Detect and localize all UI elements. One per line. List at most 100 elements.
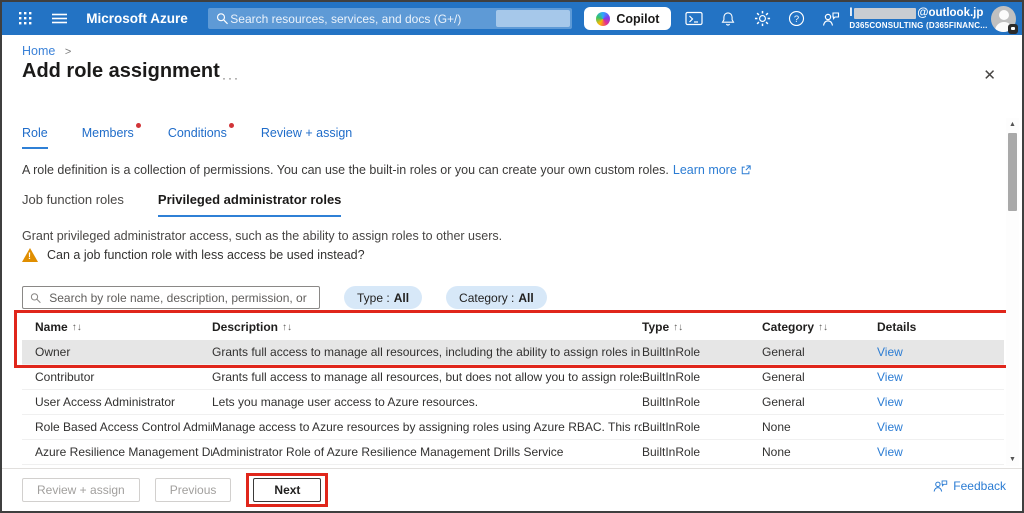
role-type: BuiltInRole: [642, 395, 701, 409]
role-definition-description: A role definition is a collection of per…: [22, 163, 751, 177]
account-info[interactable]: I @outlook.jp D365CONSULTING (D365FINANC…: [849, 7, 987, 30]
subtab-privileged-administrator-roles[interactable]: Privileged administrator roles: [157, 192, 342, 217]
help-button[interactable]: ?: [783, 6, 809, 32]
role-search-input[interactable]: [47, 289, 312, 306]
tab-conditions[interactable]: Conditions: [167, 123, 234, 149]
more-options-icon[interactable]: ···: [222, 71, 240, 85]
notification-dot: [228, 123, 234, 128]
feedback-topbar-button[interactable]: [817, 6, 843, 32]
warning-text: Can a job function role with less access…: [47, 248, 365, 262]
feedback-label: Feedback: [953, 479, 1006, 493]
role-category: General: [762, 395, 805, 409]
tab-review-assign-label: Review + assign: [260, 126, 353, 140]
scroll-up-icon[interactable]: ▲: [1009, 121, 1016, 128]
copilot-button[interactable]: Copilot: [584, 7, 672, 30]
view-details-link[interactable]: View: [877, 395, 1004, 409]
person-feedback-icon: [822, 11, 839, 26]
category-filter-value: All: [518, 290, 534, 305]
notifications-button[interactable]: [715, 6, 741, 32]
role-description: Manage access to Azure resources by assi…: [212, 420, 642, 434]
role-type: BuiltInRole: [642, 445, 701, 459]
account-email-user: I: [849, 6, 853, 19]
role-type: BuiltInRole: [642, 345, 701, 359]
table-row-owner[interactable]: Owner Grants full access to manage all r…: [22, 340, 1004, 365]
role-category: General: [762, 345, 805, 359]
table-header-row: Name ↑↓ Description ↑↓ Type ↑↓ Category …: [22, 314, 1004, 340]
scroll-down-icon[interactable]: ▼: [1009, 456, 1016, 463]
sort-icon: ↑↓: [673, 321, 684, 333]
role-type: BuiltInRole: [642, 420, 701, 434]
role-description: Grants full access to manage all resourc…: [212, 370, 642, 384]
person-feedback-icon: [933, 480, 948, 492]
view-details-link[interactable]: View: [877, 420, 1004, 434]
intro-text: A role definition is a collection of per…: [22, 163, 669, 177]
global-search-box[interactable]: [207, 8, 573, 29]
cloud-shell-button[interactable]: [681, 6, 707, 32]
category-filter-pill[interactable]: Category : All: [446, 286, 547, 309]
sort-icon: ↑↓: [71, 321, 82, 333]
sort-icon: ↑↓: [282, 321, 293, 333]
role-name: Owner: [35, 345, 71, 359]
wizard-tabs: Role Members Conditions Review + assign: [22, 123, 352, 149]
tab-members[interactable]: Members: [81, 123, 141, 149]
tab-review-assign[interactable]: Review + assign: [261, 126, 352, 149]
role-description: Administrator Role of Azure Resilience M…: [212, 445, 564, 459]
type-filter-value: All: [393, 290, 410, 305]
role-name: Azure Resilience Management Drill...: [35, 445, 212, 459]
role-category: None: [762, 420, 791, 434]
warning-triangle-icon: [22, 248, 38, 262]
tab-role-label: Role: [22, 126, 48, 140]
role-description: Lets you manage user access to Azure res…: [212, 395, 479, 409]
view-details-link[interactable]: View: [877, 445, 1004, 459]
settings-button[interactable]: [749, 6, 775, 32]
table-row-azure-resilience[interactable]: Azure Resilience Management Drill... Adm…: [22, 440, 1004, 465]
roles-table: Name ↑↓ Description ↑↓ Type ↑↓ Category …: [22, 314, 1004, 465]
breadcrumb-separator: >: [64, 46, 72, 58]
close-icon[interactable]: ✕: [983, 66, 996, 84]
subtab-job-function-roles[interactable]: Job function roles: [22, 192, 124, 217]
review-assign-button[interactable]: Review + assign: [22, 478, 140, 502]
column-header-name[interactable]: Name ↑↓: [35, 320, 212, 334]
next-button[interactable]: Next: [253, 478, 322, 502]
type-filter-pill[interactable]: Type : All: [344, 286, 423, 309]
role-type: BuiltInRole: [642, 370, 701, 384]
column-header-category[interactable]: Category ↑↓: [762, 320, 877, 334]
table-row-rbac-administrator[interactable]: Role Based Access Control Adminis... Man…: [22, 415, 1004, 440]
table-row-contributor[interactable]: Contributor Grants full access to manage…: [22, 365, 1004, 390]
role-search-box[interactable]: [22, 286, 320, 309]
previous-button[interactable]: Previous: [154, 478, 232, 502]
page-title: Add role assignment: [22, 60, 220, 82]
tab-role[interactable]: Role: [22, 126, 48, 149]
lock-badge-icon: [1008, 23, 1019, 34]
hamburger-menu-button[interactable]: [42, 2, 76, 35]
copilot-label: Copilot: [616, 11, 660, 26]
app-launcher-button[interactable]: [8, 2, 42, 35]
account-email-domain: @outlook.jp: [917, 6, 984, 19]
column-header-type[interactable]: Type ↑↓: [642, 320, 762, 334]
category-filter-label: Category :: [459, 290, 515, 305]
avatar[interactable]: [991, 5, 1019, 34]
scrollbar-thumb[interactable]: [1008, 133, 1017, 211]
tab-conditions-label: Conditions: [167, 126, 227, 140]
account-email: I @outlook.jp: [849, 7, 983, 21]
gear-icon: [754, 10, 770, 27]
tab-members-label: Members: [81, 126, 134, 140]
notification-dot: [135, 123, 141, 128]
vertical-scrollbar[interactable]: ▲ ▼: [1006, 118, 1019, 466]
redacted-search-text: [496, 10, 571, 27]
search-icon: [30, 292, 41, 303]
feedback-link[interactable]: Feedback: [932, 479, 1006, 493]
table-row-user-access-administrator[interactable]: User Access Administrator Lets you manag…: [22, 390, 1004, 415]
column-header-details[interactable]: Details: [877, 320, 1004, 334]
footer-bar: Review + assign Previous Next: [2, 468, 1022, 511]
warning-message: Can a job function role with less access…: [22, 248, 365, 262]
azure-brand-title[interactable]: Microsoft Azure: [86, 11, 188, 26]
view-details-link[interactable]: View: [877, 345, 1004, 359]
learn-more-link[interactable]: Learn more: [673, 163, 737, 177]
view-details-link[interactable]: View: [877, 370, 1004, 384]
azure-top-bar: Microsoft Azure Copilot: [2, 2, 1022, 35]
column-header-description[interactable]: Description ↑↓: [212, 320, 642, 334]
sort-icon: ↑↓: [818, 321, 829, 333]
breadcrumb-home-link[interactable]: Home: [22, 44, 55, 58]
role-type-subtabs: Job function roles Privileged administra…: [22, 192, 342, 217]
